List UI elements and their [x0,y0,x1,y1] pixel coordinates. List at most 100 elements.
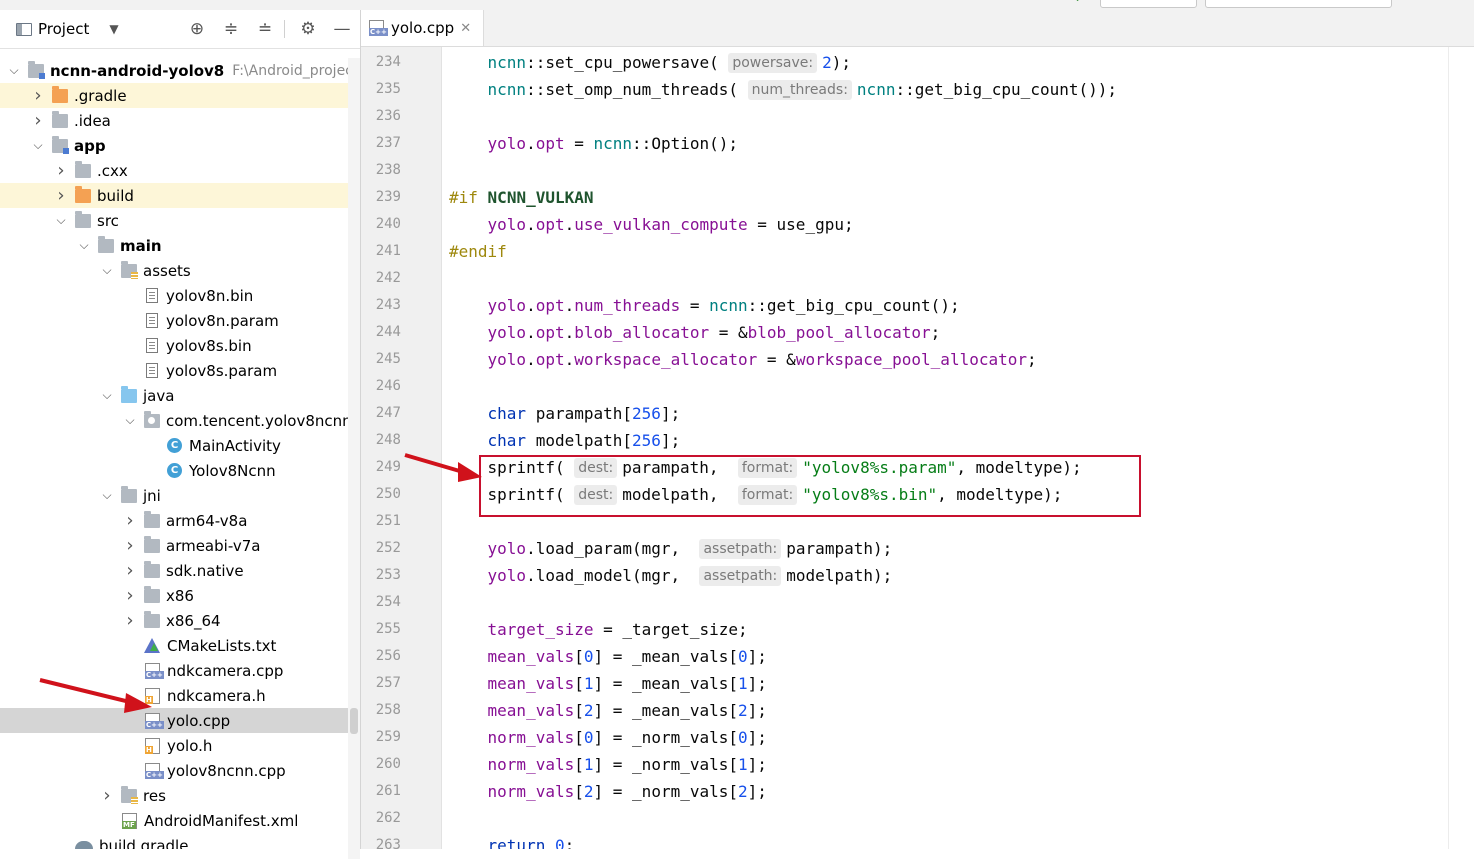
excluded-folder-icon [52,85,68,103]
tree-item[interactable]: ⌵ com.tencent.yolov8ncnn [0,408,348,433]
chevron-right-icon[interactable]: › [55,185,67,206]
line-number: 239 [375,189,401,205]
chevron-down-icon[interactable]: ⌵ [32,138,44,153]
line-number: 259 [375,729,401,745]
tree-item[interactable]: Hndkcamera.h [0,683,348,708]
tree-item[interactable]: build.gradle [0,833,348,849]
code-line[interactable]: mean_vals[0] = _mean_vals[0]; [449,643,767,670]
chevron-down-icon[interactable]: ⌵ [8,63,20,78]
tree-item[interactable]: › build [0,183,348,208]
code-area[interactable]: ncnn::set_cpu_powersave( powersave: 2); n… [449,47,1449,849]
code-line[interactable]: #endif [449,238,507,265]
code-token: workspace_allocator [574,350,758,369]
code-line[interactable]: yolo.opt.blob_allocator = &blob_pool_all… [449,319,941,346]
hide-panel-icon[interactable]: — [332,19,352,39]
chevron-right-icon[interactable]: › [124,510,136,531]
tree-item[interactable]: › sdk.native [0,558,348,583]
project-scrollbar[interactable] [348,58,360,859]
tab-yolo-cpp[interactable]: C++ yolo.cpp ✕ [361,10,485,46]
project-view-selector[interactable]: Project ▼ [16,20,119,38]
tree-item[interactable]: C++ yolo.cpp [0,708,348,733]
code-line[interactable]: mean_vals[1] = _mean_vals[1]; [449,670,767,697]
code-line[interactable]: yolo.opt = ncnn::Option(); [449,130,738,157]
line-number: 240 [375,216,401,232]
locate-file-icon[interactable]: ⊕ [187,19,207,39]
chevron-right-icon[interactable]: › [32,85,44,106]
device-dropdown[interactable] [1205,0,1392,8]
tree-item[interactable]: › armeabi-v7a [0,533,348,558]
code-token: blob_pool_allocator [747,323,931,342]
code-line[interactable]: char modelpath[256]; [449,427,681,454]
tree-item[interactable]: ⌵ main [0,233,348,258]
tree-item[interactable]: ⌵ assets [0,258,348,283]
run-config-dropdown[interactable] [1100,0,1197,8]
expand-all-icon[interactable]: ≑ [221,19,241,39]
code-line[interactable]: ncnn::set_omp_num_threads( num_threads: n… [449,76,1117,103]
tree-item-label: res [143,786,166,805]
chevron-right-icon[interactable]: › [124,560,136,581]
code-line[interactable]: target_size = _target_size; [449,616,748,643]
tree-item[interactable]: yolov8s.param [0,358,348,383]
chevron-right-icon[interactable]: › [124,585,136,606]
tree-item[interactable]: yolov8n.param [0,308,348,333]
code-line[interactable]: ncnn::set_cpu_powersave( powersave: 2); [449,49,851,76]
tree-item-label: .cxx [97,161,128,180]
tree-item[interactable]: Hyolo.h [0,733,348,758]
collapse-all-icon[interactable]: ≐ [255,19,275,39]
chevron-down-icon[interactable]: ⌵ [101,488,113,503]
tree-item[interactable]: ⌵ jni [0,483,348,508]
tree-item[interactable]: yolov8n.bin [0,283,348,308]
tree-item[interactable]: C MainActivity [0,433,348,458]
project-scroll-thumb[interactable] [350,708,358,734]
code-line[interactable]: mean_vals[2] = _mean_vals[2]; [449,697,767,724]
chevron-right-icon[interactable]: › [124,535,136,556]
line-number: 235 [375,81,401,97]
tree-item[interactable]: › .cxx [0,158,348,183]
tree-item[interactable]: yolov8s.bin [0,333,348,358]
tree-item[interactable]: ⌵ src [0,208,348,233]
tree-item[interactable]: › res [0,783,348,808]
tree-item[interactable]: › .idea [0,108,348,133]
code-line[interactable]: yolo.opt.use_vulkan_compute = use_gpu; [449,211,854,238]
tree-item[interactable]: C++ yolov8ncnn.cpp [0,758,348,783]
code-line[interactable]: return 0; [449,832,575,849]
code-line[interactable]: yolo.load_param(mgr, assetpath: parampath… [449,535,892,562]
tree-item[interactable]: ⌵ java [0,383,348,408]
code-line[interactable]: yolo.opt.workspace_allocator = &workspac… [449,346,1037,373]
code-line[interactable]: norm_vals[2] = _norm_vals[2]; [449,778,767,805]
code-line[interactable]: #if NCNN_VULKAN [449,184,594,211]
editor-scrollbar[interactable] [1448,47,1474,849]
tree-item[interactable]: › x86 [0,583,348,608]
code-line[interactable]: yolo.load_model(mgr, assetpath: modelpath… [449,562,892,589]
tree-item[interactable]: › arm64-v8a [0,508,348,533]
chevron-right-icon[interactable]: › [101,785,113,806]
tree-item[interactable]: MF AndroidManifest.xml [0,808,348,833]
chevron-down-icon[interactable]: ⌵ [101,263,113,278]
chevron-right-icon[interactable]: › [55,160,67,181]
chevron-down-icon[interactable]: ⌵ [55,213,67,228]
tree-item[interactable]: › .gradle [0,83,348,108]
project-panel-header: Project ▼ ⊕ ≑ ≐ ⚙ — [0,10,360,49]
close-icon[interactable]: ✕ [460,21,471,36]
gear-icon[interactable]: ⚙ [298,19,318,39]
chevron-down-icon[interactable]: ⌵ [101,388,113,403]
tree-item[interactable]: C Yolov8Ncnn [0,458,348,483]
chevron-down-icon[interactable]: ⌵ [124,413,136,428]
code-line[interactable]: norm_vals[0] = _norm_vals[0]; [449,724,767,751]
tree-item[interactable]: C++ ndkcamera.cpp [0,658,348,683]
tree-item[interactable]: › x86_64 [0,608,348,633]
tree-item[interactable]: CMakeLists.txt [0,633,348,658]
chevron-right-icon[interactable]: › [32,110,44,131]
tree-item[interactable]: ⌵ app [0,133,348,158]
line-number: 253 [375,567,401,583]
line-number: 262 [375,810,401,826]
code-line[interactable]: char parampath[256]; [449,400,681,427]
code-line[interactable]: yolo.opt.num_threads = ncnn::get_big_cpu… [449,292,960,319]
chevron-right-icon[interactable]: › [124,610,136,631]
manifest-icon: MF [122,812,137,829]
tree-item[interactable]: ⌵ ncnn-android-yolov8 F:\Android_project\n… [0,58,348,83]
code-line[interactable]: norm_vals[1] = _norm_vals[1]; [449,751,767,778]
chevron-down-icon[interactable]: ▼ [109,22,118,36]
chevron-down-icon[interactable]: ⌵ [78,238,90,253]
folder-icon [144,535,160,553]
